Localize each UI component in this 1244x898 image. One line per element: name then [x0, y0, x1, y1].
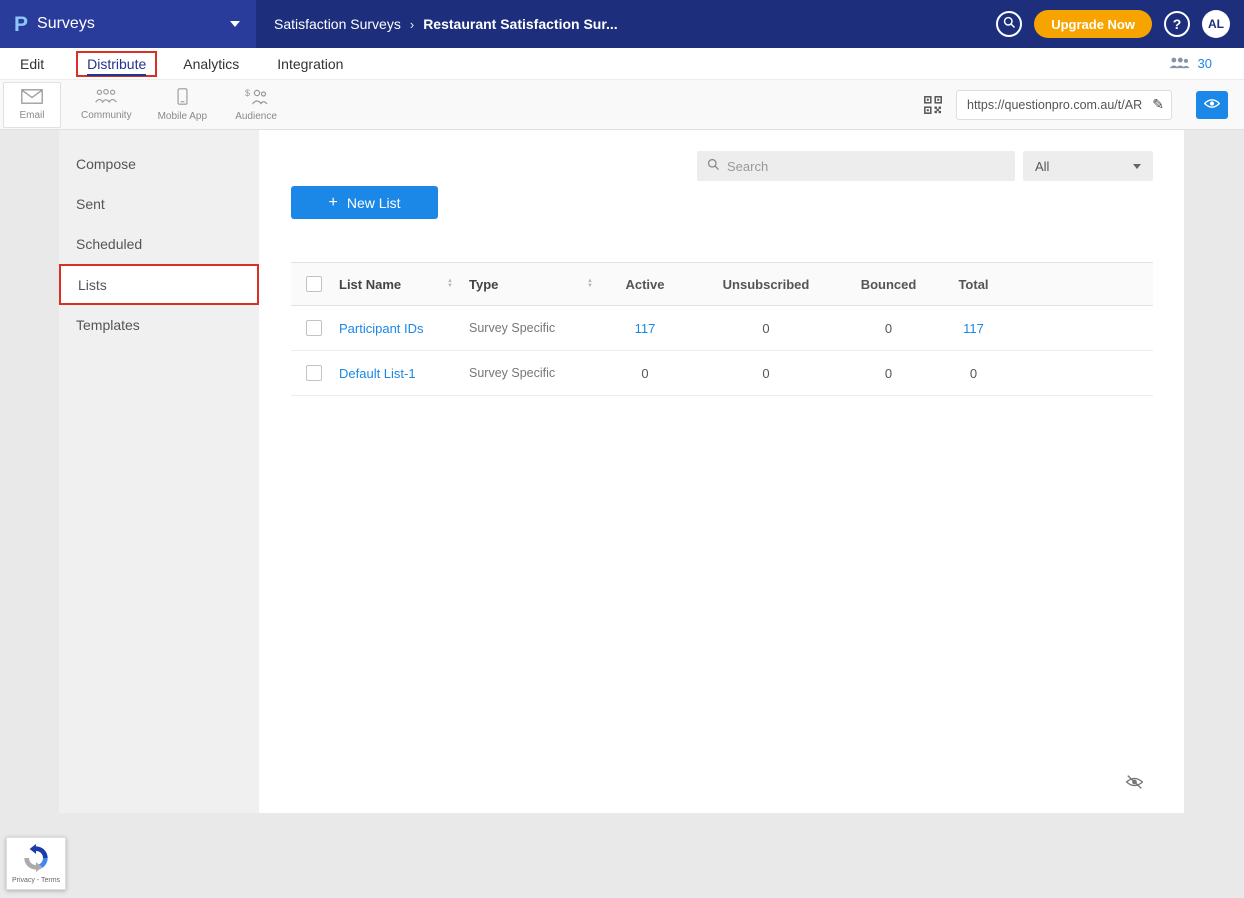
lists-panel: All + New List List Name ▲▼ Type ▲▼ Acti… [259, 130, 1184, 813]
nav-tabs: Edit Distribute Analytics Integration 30 [0, 48, 1244, 80]
tab-analytics[interactable]: Analytics [177, 54, 245, 74]
tab-distribute[interactable]: Distribute [76, 51, 157, 77]
plus-icon: + [328, 195, 337, 211]
sort-icon[interactable]: ▲▼ [447, 279, 453, 289]
active-count: 0 [609, 366, 681, 381]
list-name-link[interactable]: Default List-1 [339, 366, 416, 381]
channel-toolbar: Email Community Mobile App $ Audience ✎ [0, 80, 1244, 130]
breadcrumb-parent[interactable]: Satisfaction Surveys [274, 16, 401, 32]
eye-icon [1204, 97, 1220, 112]
preview-button[interactable] [1196, 91, 1228, 119]
total-count: 0 [926, 366, 1021, 381]
filter-selected-value: All [1035, 159, 1049, 174]
new-list-button[interactable]: + New List [291, 186, 438, 219]
column-header-bounced: Bounced [851, 277, 926, 292]
survey-link-tools: ✎ [924, 90, 1228, 120]
product-switcher[interactable]: P Surveys [0, 0, 256, 48]
channel-community[interactable]: Community [75, 82, 138, 128]
channel-audience-label: Audience [235, 111, 277, 122]
column-header-list-name[interactable]: List Name [339, 277, 401, 292]
recaptcha-badge[interactable]: Privacy - Terms [6, 837, 66, 890]
list-name-link[interactable]: Participant IDs [339, 321, 424, 336]
channel-email-label: Email [19, 110, 44, 121]
table-header-row: List Name ▲▼ Type ▲▼ Active Unsubscribed… [291, 262, 1153, 306]
qr-code-icon[interactable] [924, 96, 942, 114]
sort-icon[interactable]: ▲▼ [587, 279, 593, 289]
list-type-filter[interactable]: All [1023, 151, 1153, 181]
audience-icon: $ [244, 88, 268, 108]
community-icon [94, 88, 118, 107]
channel-audience[interactable]: $ Audience [227, 82, 285, 128]
upgrade-now-button[interactable]: Upgrade Now [1034, 10, 1152, 38]
total-count[interactable]: 117 [926, 321, 1021, 336]
column-header-type[interactable]: Type [469, 277, 498, 292]
respondent-counter[interactable]: 30 [1169, 56, 1230, 72]
sidebar-item-compose[interactable]: Compose [59, 144, 259, 184]
active-count[interactable]: 117 [609, 321, 681, 336]
email-sidebar: Compose Sent Scheduled Lists Templates [59, 130, 259, 813]
list-search[interactable] [697, 151, 1015, 181]
survey-url-input[interactable] [956, 90, 1172, 120]
tab-integration[interactable]: Integration [271, 54, 349, 74]
questionpro-logo: P [14, 14, 28, 35]
sidebar-item-scheduled[interactable]: Scheduled [59, 224, 259, 264]
chevron-down-icon [230, 21, 240, 27]
channel-community-label: Community [81, 110, 132, 121]
list-type: Survey Specific [469, 366, 609, 380]
topbar-actions: Upgrade Now ? AL [996, 10, 1244, 38]
sidebar-item-sent[interactable]: Sent [59, 184, 259, 224]
column-header-unsubscribed: Unsubscribed [681, 277, 851, 292]
breadcrumb-current: Restaurant Satisfaction Sur... [423, 16, 618, 32]
channel-mobile-app[interactable]: Mobile App [152, 82, 213, 128]
bounced-count: 0 [851, 321, 926, 336]
svg-text:$: $ [245, 88, 250, 98]
select-all-checkbox[interactable] [306, 276, 322, 292]
row-checkbox[interactable] [306, 320, 322, 336]
product-name: Surveys [37, 15, 95, 33]
sidebar-item-templates[interactable]: Templates [59, 305, 259, 345]
table-row: Participant IDs Survey Specific 117 0 0 … [291, 306, 1153, 351]
column-header-active: Active [609, 277, 681, 292]
search-icon [707, 158, 720, 174]
breadcrumb-separator-icon: › [410, 17, 414, 32]
tab-distribute-label: Distribute [87, 56, 146, 76]
channel-mobile-app-label: Mobile App [158, 111, 207, 122]
breadcrumb: Satisfaction Surveys › Restaurant Satisf… [256, 16, 618, 32]
table-row: Default List-1 Survey Specific 0 0 0 0 [291, 351, 1153, 396]
row-checkbox[interactable] [306, 365, 322, 381]
people-icon [1169, 56, 1190, 72]
recaptcha-privacy-terms[interactable]: Privacy - Terms [12, 877, 60, 884]
edit-pencil-icon[interactable]: ✎ [1152, 96, 1164, 113]
tab-edit[interactable]: Edit [14, 54, 50, 74]
content-area: Compose Sent Scheduled Lists Templates A… [59, 130, 1184, 813]
bounced-count: 0 [851, 366, 926, 381]
unsubscribed-count: 0 [681, 321, 851, 336]
channel-email[interactable]: Email [3, 82, 61, 128]
avatar[interactable]: AL [1202, 10, 1230, 38]
search-input[interactable] [727, 159, 1005, 174]
sidebar-item-lists[interactable]: Lists [59, 264, 259, 305]
mobile-phone-icon [177, 88, 188, 108]
recaptcha-logo-icon [22, 844, 50, 875]
eye-slash-icon[interactable] [1125, 774, 1144, 793]
respondent-count: 30 [1198, 56, 1212, 71]
search-button[interactable] [996, 11, 1022, 37]
email-icon [21, 89, 43, 107]
lists-table: List Name ▲▼ Type ▲▼ Active Unsubscribed… [291, 262, 1153, 396]
help-button[interactable]: ? [1164, 11, 1190, 37]
chevron-down-icon [1133, 164, 1141, 169]
new-list-label: New List [347, 195, 401, 211]
unsubscribed-count: 0 [681, 366, 851, 381]
list-filters: All [291, 151, 1153, 181]
list-type: Survey Specific [469, 321, 609, 335]
top-bar: P Surveys Satisfaction Surveys › Restaur… [0, 0, 1244, 48]
search-icon [1003, 16, 1016, 32]
column-header-total: Total [926, 277, 1021, 292]
